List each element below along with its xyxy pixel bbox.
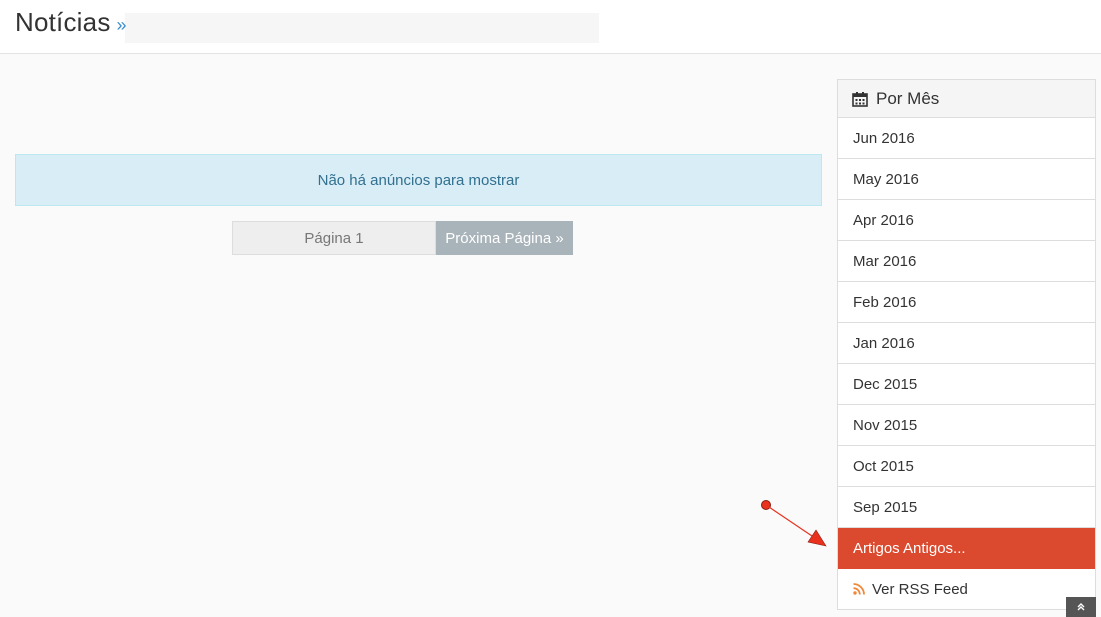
by-month-panel: Por Mês Jun 2016 May 2016 Apr 2016 Mar 2… (837, 79, 1096, 610)
month-link-oct-2015[interactable]: Oct 2015 (838, 446, 1095, 487)
month-label: Dec 2015 (853, 375, 918, 393)
header-shade (125, 13, 599, 43)
month-link-sep-2015[interactable]: Sep 2015 (838, 487, 1095, 528)
pager: Página 1 Próxima Página » (232, 221, 573, 255)
next-page-label: Próxima Página » (445, 229, 564, 247)
panel-heading: Por Mês (838, 80, 1095, 118)
month-label: Jan 2016 (853, 334, 915, 352)
page-title-text: Notícias (15, 7, 111, 37)
month-label: May 2016 (853, 170, 919, 188)
month-link-mar-2016[interactable]: Mar 2016 (838, 241, 1095, 282)
alert-text: Não há anúncios para mostrar (317, 171, 520, 189)
pager-current-page: Página 1 (232, 221, 436, 255)
page-header: Notícias» (0, 0, 1101, 54)
month-link-apr-2016[interactable]: Apr 2016 (838, 200, 1095, 241)
month-label: Nov 2015 (853, 416, 918, 434)
month-link-dec-2015[interactable]: Dec 2015 (838, 364, 1095, 405)
month-link-may-2016[interactable]: May 2016 (838, 159, 1095, 200)
no-announcements-alert: Não há anúncios para mostrar (15, 154, 822, 206)
month-link-nov-2015[interactable]: Nov 2015 (838, 405, 1095, 446)
annotation-arrow-line (765, 504, 813, 537)
month-link-feb-2016[interactable]: Feb 2016 (838, 282, 1095, 323)
month-label: Oct 2015 (853, 457, 914, 475)
next-page-button[interactable]: Próxima Página » (436, 221, 573, 255)
annotation-arrow-head (807, 529, 827, 547)
rss-icon (853, 583, 865, 595)
month-link-jan-2016[interactable]: Jan 2016 (838, 323, 1095, 364)
month-label: Sep 2015 (853, 498, 918, 516)
annotation-arrow-origin (761, 500, 771, 510)
title-chevron-icon: » (116, 15, 127, 35)
scroll-to-top-button[interactable] (1066, 597, 1096, 617)
panel-heading-text: Por Mês (876, 88, 940, 108)
month-label: Apr 2016 (853, 211, 914, 229)
month-label: Feb 2016 (853, 293, 917, 311)
pager-current-label: Página 1 (304, 229, 364, 247)
page-title: Notícias» (15, 7, 127, 38)
older-articles-label: Artigos Antigos... (853, 539, 966, 557)
month-label: Jun 2016 (853, 129, 915, 147)
rss-feed-label: Ver RSS Feed (872, 580, 968, 598)
rss-feed-link[interactable]: Ver RSS Feed (838, 569, 1095, 609)
double-chevron-up-icon (1077, 603, 1085, 611)
older-articles-link[interactable]: Artigos Antigos... (838, 528, 1095, 569)
month-link-jun-2016[interactable]: Jun 2016 (838, 118, 1095, 159)
month-label: Mar 2016 (853, 252, 917, 270)
calendar-icon (852, 91, 868, 107)
